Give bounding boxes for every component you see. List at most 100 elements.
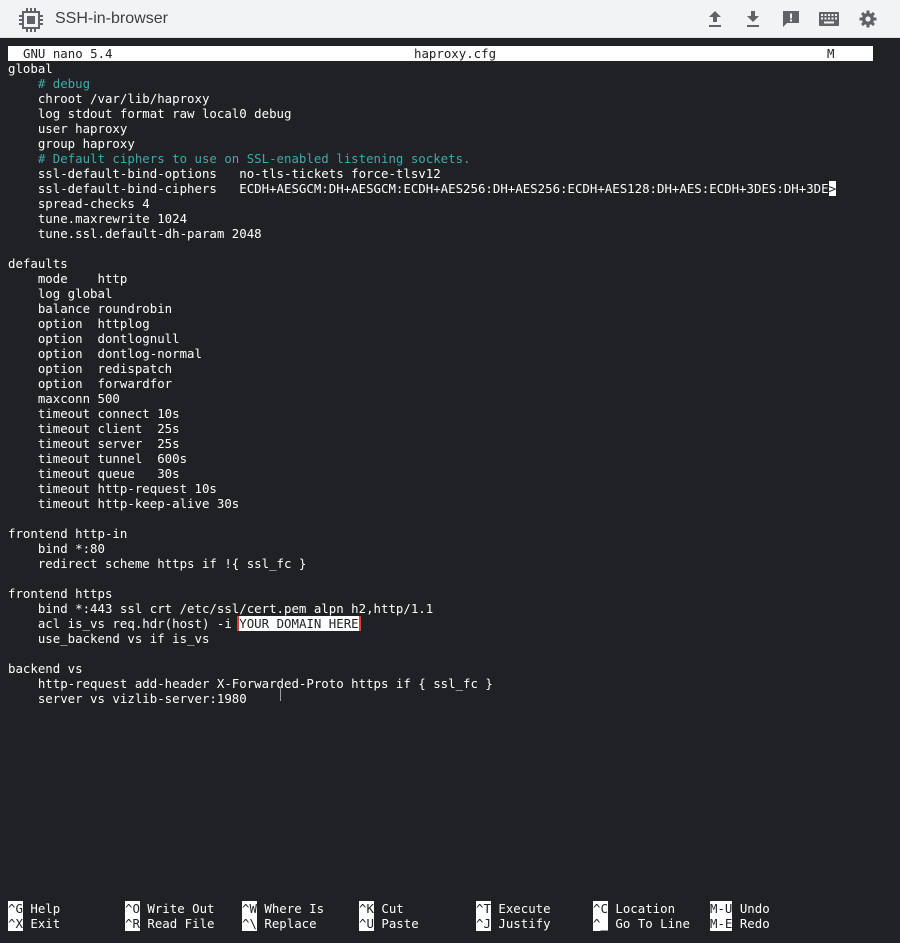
shortcut-key: ^T [476, 901, 491, 916]
editor-line: timeout connect 10s [8, 406, 180, 421]
editor-line: defaults [8, 256, 68, 271]
shortcut-item: ^G Help [8, 901, 60, 916]
shortcut-item: M-U Undo [710, 901, 770, 916]
editor-line: mode http [8, 271, 128, 286]
shortcut-item: M-E Redo [710, 916, 770, 931]
shortcut-label: Help [22, 901, 61, 916]
editor-line: spread-checks 4 [8, 196, 150, 211]
editor-line: frontend https [8, 586, 113, 601]
editor-line: option forwardfor [8, 376, 173, 391]
shortcut-label: Paste [373, 916, 419, 931]
editor-line: timeout client 25s [8, 421, 180, 436]
shortcut-item: ^C Location [593, 901, 675, 916]
shortcut-label: Justify [490, 916, 551, 931]
editor-line: tune.maxrewrite 1024 [8, 211, 188, 226]
editor-line: option httplog [8, 316, 150, 331]
shortcut-item: ^U Paste [359, 916, 419, 931]
editor-line: frontend http-in [8, 526, 128, 541]
editor-line: # Default ciphers to use on SSL-enabled … [8, 151, 471, 166]
shortcut-key: ^R [125, 916, 140, 931]
feedback-icon [783, 11, 799, 27]
shortcut-item: ^_ Go To Line [593, 916, 690, 931]
shortcut-label: Exit [22, 916, 61, 931]
editor-line: option dontlog-normal [8, 346, 202, 361]
editor-line: timeout server 25s [8, 436, 180, 451]
editor-line: chroot /var/lib/haproxy [8, 91, 210, 106]
editor-line: ssl-default-bind-ciphers ECDH+AESGCM:DH+… [8, 181, 837, 196]
shortcut-key: ^X [8, 916, 23, 931]
shortcut-item: ^T Execute [476, 901, 551, 916]
feedback-button[interactable] [781, 9, 801, 29]
editor-line: group haproxy [8, 136, 135, 151]
editor-line: timeout http-keep-alive 30s [8, 496, 240, 511]
editor-line: timeout tunnel 600s [8, 451, 188, 466]
shortcut-label: Redo [732, 916, 770, 931]
shortcut-label: Where Is [256, 901, 325, 916]
editor-line: redirect scheme https if !{ ssl_fc } [8, 556, 307, 571]
shortcut-label: Undo [732, 901, 770, 916]
settings-button[interactable] [858, 9, 878, 29]
file-name: haproxy.cfg [414, 46, 497, 61]
shortcut-label: Go To Line [607, 916, 690, 931]
shortcut-label: Write Out [139, 901, 215, 916]
settings-icon [859, 10, 877, 28]
shortcut-key: ^K [359, 901, 374, 916]
editor-line: log global [8, 286, 113, 301]
editor-line: tune.ssl.default-dh-param 2048 [8, 226, 262, 241]
nano-version: GNU nano 5.4 [23, 46, 113, 61]
editor-line: backend vs [8, 661, 83, 676]
editor-line: use_backend vs if is_vs [8, 631, 210, 646]
shortcut-label: Cut [373, 901, 404, 916]
editor-line: option redispatch [8, 361, 173, 376]
download-icon [747, 11, 759, 27]
editor-line: bind *:80 [8, 541, 105, 556]
keyboard-icon [819, 12, 839, 26]
shortcut-key: ^_ [593, 916, 608, 931]
shortcut-key: ^U [359, 916, 374, 931]
editor-line: # debug [8, 76, 91, 91]
shortcut-key: M-E [710, 916, 733, 931]
editor-line: http-request add-header X-Forwarded-Prot… [8, 676, 493, 691]
shortcut-key: M-U [710, 901, 733, 916]
nano-title-bar: GNU nano 5.4 haproxy.cfg M [8, 46, 873, 61]
shortcut-item: ^\ Replace [242, 916, 317, 931]
shortcut-item: ^R Read File [125, 916, 215, 931]
line-overflow-marker: > [828, 181, 837, 196]
shortcut-item: ^K Cut [359, 901, 404, 916]
text-cursor [280, 687, 281, 701]
shortcut-item: ^X Exit [8, 916, 60, 931]
editor-area[interactable]: global # debug chroot /var/lib/haproxy l… [8, 61, 873, 706]
download-button[interactable] [743, 9, 763, 29]
shortcut-key: ^J [476, 916, 491, 931]
shortcut-item: ^J Justify [476, 916, 551, 931]
app-title: SSH-in-browser [55, 10, 168, 27]
editor-line: ssl-default-bind-options no-tls-tickets … [8, 166, 441, 181]
shortcut-label: Read File [139, 916, 215, 931]
chip-icon [19, 8, 43, 32]
shortcut-key: ^\ [242, 916, 257, 931]
top-bar: SSH-in-browser [0, 0, 900, 38]
editor-line: balance roundrobin [8, 301, 173, 316]
editor-line: server vs vizlib-server:1980 [8, 691, 247, 706]
upload-button[interactable] [705, 9, 725, 29]
editor-line: option dontlognull [8, 331, 180, 346]
editor-line: bind *:443 ssl crt /etc/ssl/cert.pem alp… [8, 601, 434, 616]
keyboard-button[interactable] [818, 9, 840, 29]
modified-indicator: M [827, 46, 835, 61]
terminal[interactable]: GNU nano 5.4 haproxy.cfg M global # debu… [0, 38, 900, 943]
editor-line: timeout http-request 10s [8, 481, 217, 496]
upload-icon [709, 11, 721, 27]
shortcut-label: Execute [490, 901, 551, 916]
editor-line: maxconn 500 [8, 391, 120, 406]
editor-line: log stdout format raw local0 debug [8, 106, 292, 121]
shortcut-item: ^W Where Is [242, 901, 324, 916]
editor-line: timeout queue 30s [8, 466, 180, 481]
editor-line: user haproxy [8, 121, 128, 136]
shortcut-key: ^O [125, 901, 140, 916]
shortcut-label: Location [607, 901, 676, 916]
shortcut-key: ^W [242, 901, 257, 916]
